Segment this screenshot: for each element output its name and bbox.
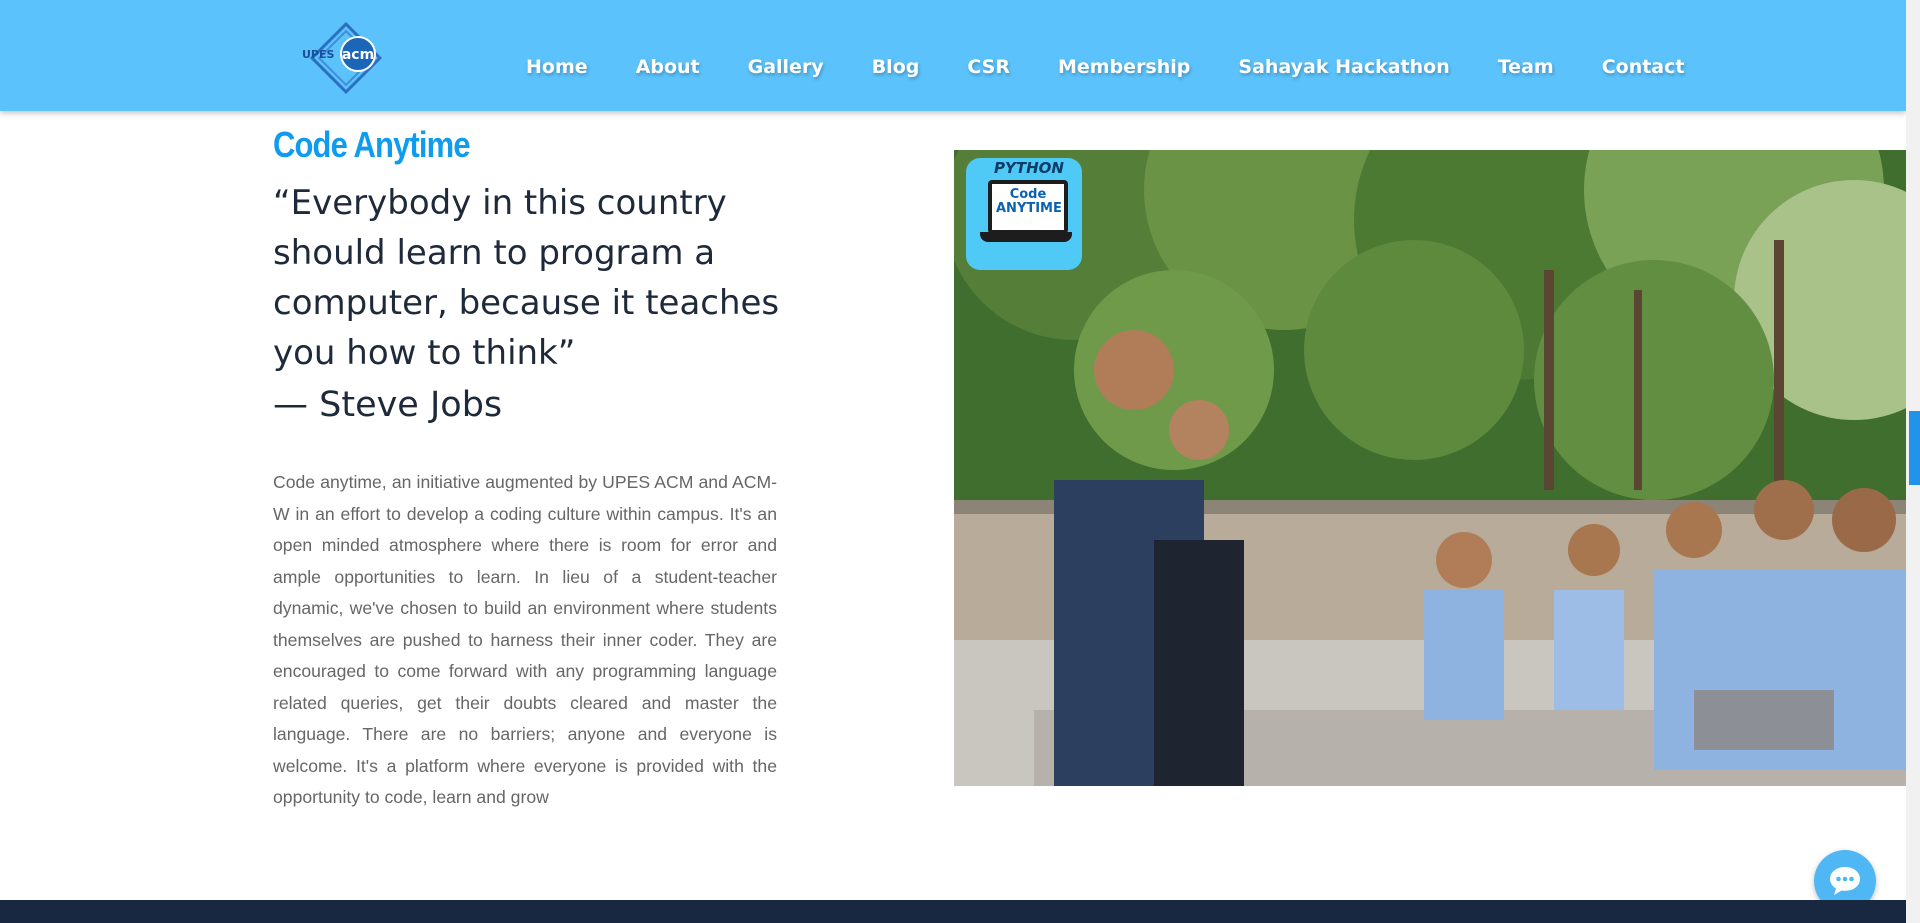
main-nav: Home About Gallery Blog CSR Membership S… xyxy=(500,52,1708,82)
badge-title: Code ANYTIME xyxy=(996,187,1062,216)
footer xyxy=(0,900,1906,923)
description-text: Code anytime, an initiative augmented by… xyxy=(273,472,777,807)
quote-line: should learn to program a xyxy=(273,233,716,273)
laptop-base xyxy=(980,232,1072,242)
quote-line: “Everybody in this country xyxy=(273,183,727,223)
svg-text:UPES: UPES xyxy=(302,48,335,61)
quote-line: you how to think” xyxy=(273,333,576,373)
nav-membership[interactable]: Membership xyxy=(1034,52,1214,82)
nav-team[interactable]: Team xyxy=(1474,52,1578,82)
quote-line: computer, because it teaches xyxy=(273,283,780,323)
quote-author: — Steve Jobs xyxy=(273,385,503,425)
section-title: Code Anytime xyxy=(273,124,471,165)
badge-python-text: PYTHON xyxy=(994,159,1064,177)
scrollbar-thumb[interactable] xyxy=(1909,411,1920,485)
badge-anytime-text: ANYTIME xyxy=(996,201,1062,216)
nav-about[interactable]: About xyxy=(612,52,724,82)
nav-sahayak-hackathon[interactable]: Sahayak Hackathon xyxy=(1214,52,1473,82)
quote: “Everybody in this country should learn … xyxy=(273,178,813,378)
nav-csr[interactable]: CSR xyxy=(943,52,1034,82)
event-photo: PYTHON Code ANYTIME xyxy=(954,150,1906,786)
code-anytime-badge: PYTHON Code ANYTIME xyxy=(966,158,1082,270)
chat-bubble-icon xyxy=(1830,867,1860,895)
nav-contact[interactable]: Contact xyxy=(1578,52,1709,82)
badge-code-text: Code xyxy=(1009,187,1047,202)
nav-gallery[interactable]: Gallery xyxy=(724,52,848,82)
event-photo-illustration xyxy=(954,150,1906,786)
svg-text:acm: acm xyxy=(342,47,374,63)
nav-home[interactable]: Home xyxy=(500,52,612,82)
site-header: acm UPES Home About Gallery Blog CSR Mem… xyxy=(0,0,1906,111)
acm-logo[interactable]: acm UPES xyxy=(296,22,396,94)
nav-blog[interactable]: Blog xyxy=(848,52,944,82)
page-scrollbar[interactable] xyxy=(1906,0,1920,923)
